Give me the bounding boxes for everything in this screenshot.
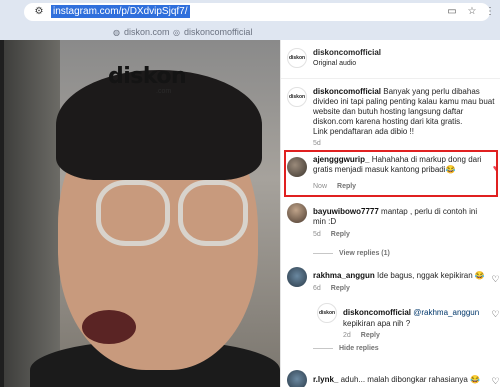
- comment-text: r.lynk_ aduh... malah dibongkar rahasian…: [313, 375, 485, 385]
- post-panel: diskon diskoncomofficial Original audio …: [280, 40, 500, 387]
- bookmark-diskon[interactable]: ◍ diskon.com: [112, 27, 170, 38]
- cast-icon[interactable]: ▭: [446, 6, 458, 18]
- comment-user[interactable]: r.lynk_: [313, 375, 338, 384]
- bookmarks-bar: ◍ diskon.com ◎ diskoncomofficial: [0, 24, 500, 40]
- video-person-mouth: [82, 310, 136, 344]
- reply-mention[interactable]: @rakhma_anggun: [413, 308, 479, 317]
- highlight-box: [284, 150, 498, 197]
- site-info-icon[interactable]: ⚙: [32, 5, 46, 19]
- video-frame-edge: [0, 40, 4, 387]
- comment-time: 5d: [313, 231, 321, 238]
- reply-user[interactable]: diskoncomofficial: [343, 308, 411, 317]
- hide-replies-line: [313, 348, 333, 349]
- bookmark-star-icon[interactable]: ☆: [466, 6, 478, 18]
- video-logo-sub: .com: [156, 88, 172, 95]
- caption-avatar[interactable]: diskon: [287, 87, 307, 107]
- author-avatar[interactable]: diskon: [287, 48, 307, 68]
- avatar-logo-text: diskon: [288, 94, 306, 100]
- avatar-logo-text: diskon: [288, 55, 306, 61]
- avatar-logo-text: diskon: [318, 310, 336, 316]
- bookmark-label: diskon.com: [124, 27, 170, 37]
- video-logo-text: diskon: [108, 64, 187, 89]
- view-replies-line: [313, 253, 333, 254]
- caption-text: diskoncomofficial Banyak yang perlu diba…: [313, 87, 497, 127]
- browser-chrome: ⚙ instagram.com/p/DXdvipSjqf7/ ▭ ☆ ⋮ ◍ d…: [0, 0, 500, 40]
- bookmark-instagram[interactable]: ◎ diskoncomofficial: [172, 27, 252, 38]
- reply-meta: 2d Reply: [343, 331, 380, 340]
- video-background: [0, 40, 60, 387]
- comment-avatar[interactable]: [287, 267, 307, 287]
- video-logo: diskon .com: [108, 64, 187, 95]
- view-replies-button[interactable]: View replies (1): [339, 249, 390, 258]
- like-heart-icon[interactable]: ♡: [491, 310, 500, 319]
- caption-time: 5d: [313, 140, 321, 147]
- reply-button[interactable]: Reply: [331, 231, 350, 238]
- hide-replies-button[interactable]: Hide replies: [339, 344, 379, 353]
- reply-body: kepikiran apa nih ?: [343, 319, 411, 328]
- video-glasses-right: [178, 180, 248, 246]
- post-author[interactable]: diskoncomofficial: [313, 48, 381, 58]
- video-glasses-left: [96, 180, 170, 246]
- caption-line2: Link pendaftaran ada dibio !!: [313, 127, 414, 136]
- comment-avatar[interactable]: [287, 370, 307, 387]
- bookmark-label: diskoncomofficial: [184, 27, 253, 37]
- comment-body: aduh... malah dibongkar rahasianya 😂: [340, 375, 480, 384]
- post-audio[interactable]: Original audio: [313, 59, 356, 69]
- caption-user[interactable]: diskoncomofficial: [313, 87, 381, 96]
- reply-text: diskoncomofficial @rakhma_anggun: [343, 308, 485, 318]
- address-row: ⚙ instagram.com/p/DXdvipSjqf7/ ▭ ☆ ⋮: [0, 0, 500, 24]
- comment-text: rakhma_anggun Ide bagus, nggak kepikiran…: [313, 271, 485, 281]
- url-text[interactable]: instagram.com/p/DXdvipSjqf7/: [51, 5, 190, 18]
- reply-time: 2d: [343, 332, 351, 339]
- comment-user[interactable]: bayuwibowo7777: [313, 207, 379, 216]
- like-heart-icon[interactable]: ♡: [491, 275, 500, 284]
- reel-video[interactable]: diskon .com: [0, 40, 280, 387]
- extensions-icon[interactable]: ⋮: [484, 6, 496, 18]
- comment-meta: 6d Reply: [313, 284, 350, 293]
- comment-text: bayuwibowo7777 mantap , perlu di contoh …: [313, 207, 485, 227]
- globe-icon: ◍: [113, 28, 120, 37]
- comment-time: 6d: [313, 285, 321, 292]
- header-divider: [281, 78, 500, 79]
- like-heart-icon[interactable]: ♡: [491, 377, 500, 386]
- comment-meta: 5d Reply: [313, 230, 350, 239]
- reply-button[interactable]: Reply: [331, 285, 350, 292]
- reply-button[interactable]: Reply: [361, 332, 380, 339]
- comment-user[interactable]: rakhma_anggun: [313, 271, 375, 280]
- comment-body: Ide bagus, nggak kepikiran 😂: [377, 271, 485, 280]
- reply-avatar[interactable]: diskon: [317, 303, 337, 323]
- instagram-icon: ◎: [173, 28, 180, 37]
- comment-avatar[interactable]: [287, 203, 307, 223]
